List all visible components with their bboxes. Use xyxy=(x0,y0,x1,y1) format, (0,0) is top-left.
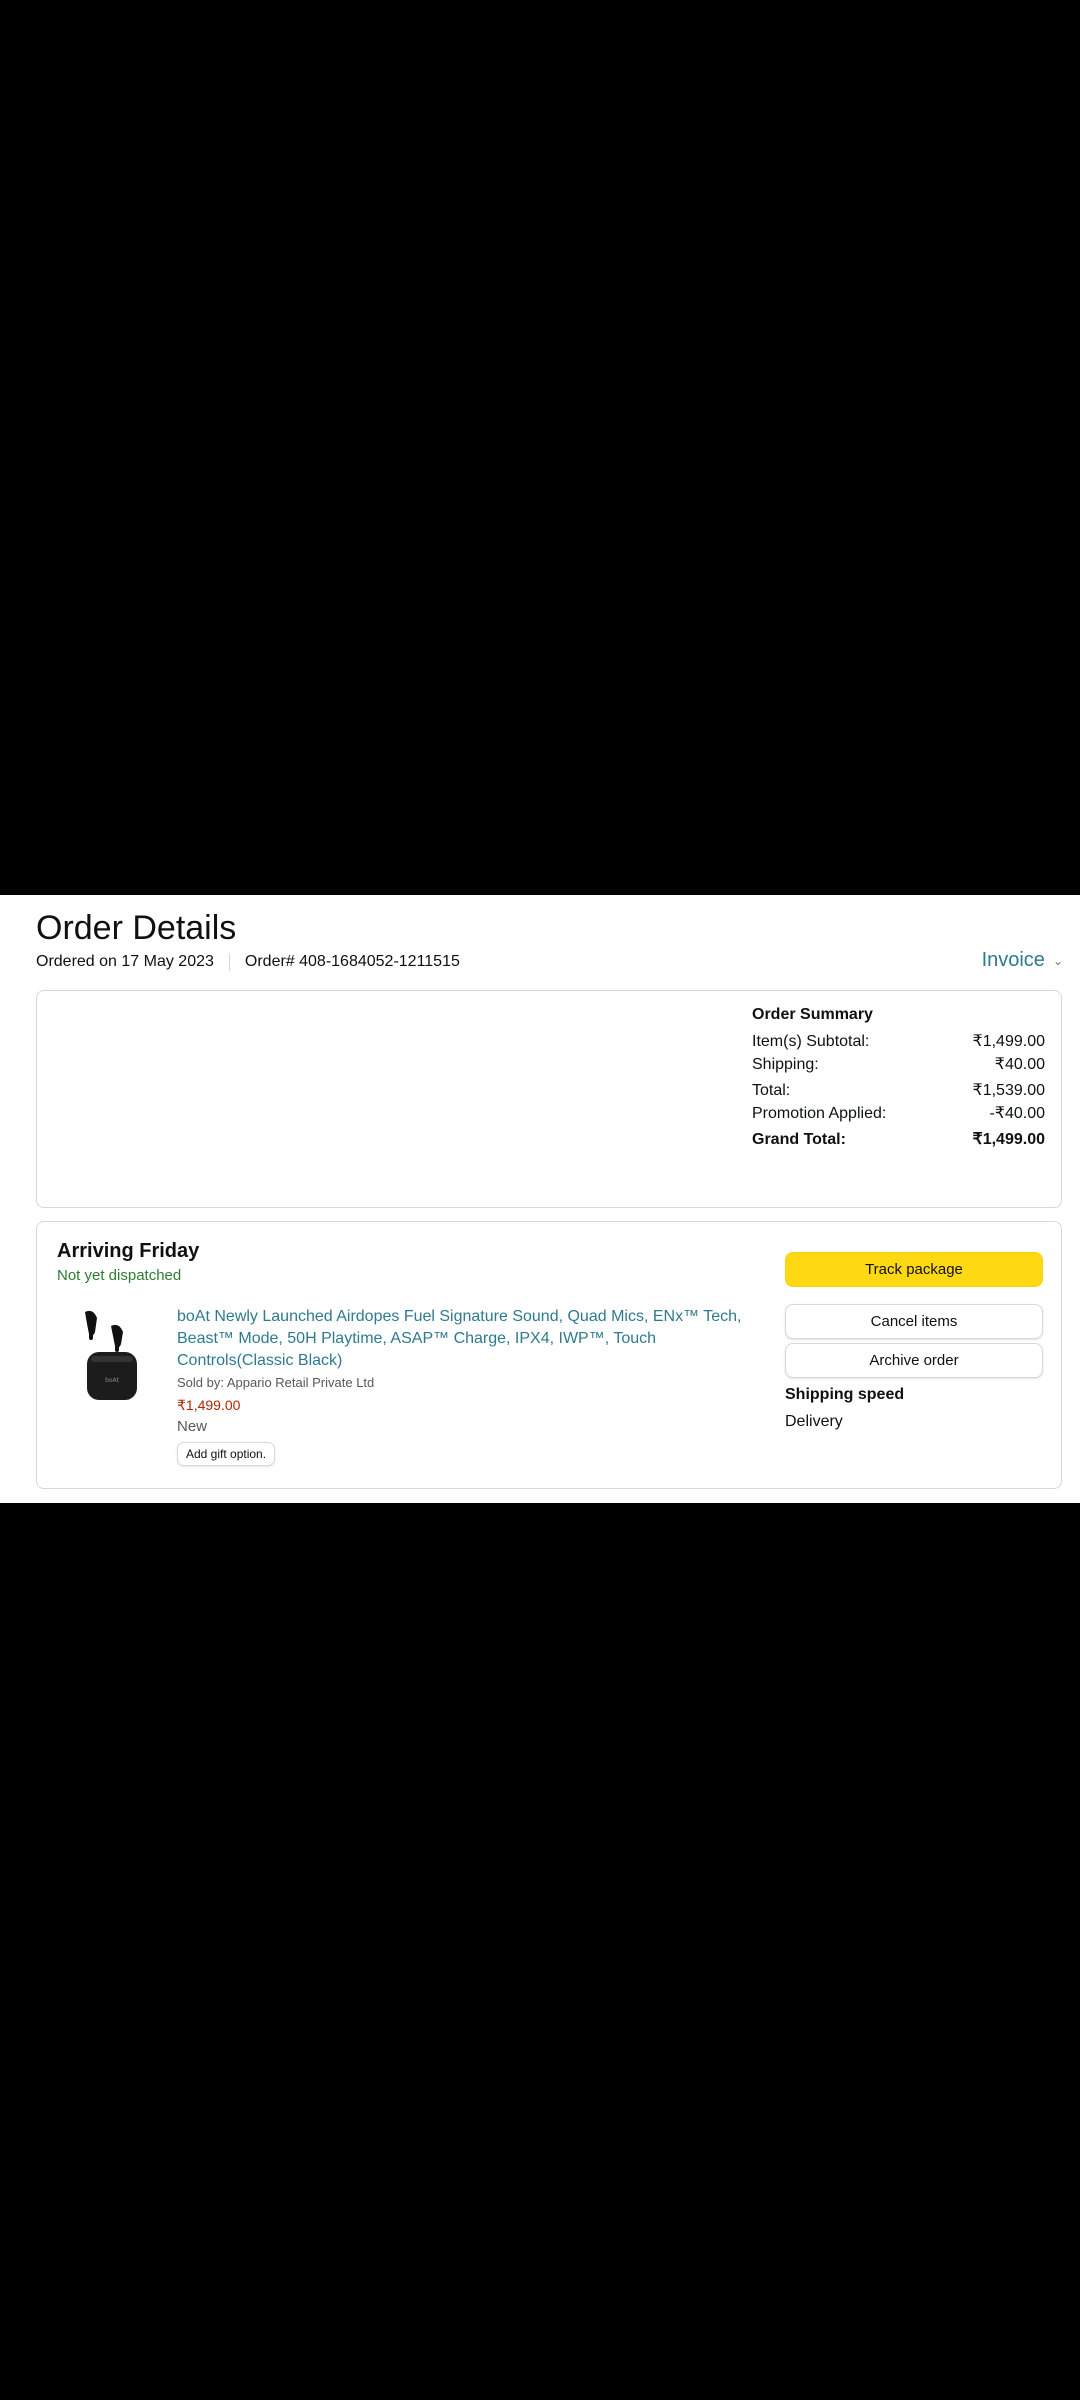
track-package-button[interactable]: Track package xyxy=(785,1252,1043,1287)
product-condition: New xyxy=(177,1418,208,1435)
archive-order-button[interactable]: Archive order xyxy=(785,1343,1043,1378)
add-gift-option-button[interactable]: Add gift option. xyxy=(177,1442,276,1466)
summary-value: ₹40.00 xyxy=(994,1056,1045,1073)
shipping-speed-label: Shipping speed xyxy=(785,1386,905,1403)
summary-label: Promotion Applied: xyxy=(752,1105,887,1122)
summary-row-total: Total: ₹1,539.00 xyxy=(752,1079,1045,1102)
summary-row-shipping: Shipping: ₹40.00 xyxy=(752,1053,1045,1076)
summary-value: -₹40.00 xyxy=(989,1105,1045,1122)
seller-info: Sold by: Appario Retail Private Ltd xyxy=(177,1375,375,1390)
order-meta: Ordered on 17 May 2023 Order# 408-168405… xyxy=(36,953,460,971)
order-number: Order# 408-1684052-1211515 xyxy=(244,953,460,970)
summary-row-subtotal: Item(s) Subtotal: ₹1,499.00 xyxy=(752,1030,1045,1053)
product-title-link[interactable]: boAt Newly Launched Airdopes Fuel Signat… xyxy=(177,1306,762,1372)
screen: Order Details Ordered on 17 May 2023 Ord… xyxy=(0,0,1080,2400)
order-summary: Order Summary Item(s) Subtotal: ₹1,499.0… xyxy=(752,1006,1045,1151)
earbuds-product-image[interactable]: boAt xyxy=(77,1306,149,1402)
summary-label: Item(s) Subtotal: xyxy=(752,1033,870,1050)
ordered-on-date: Ordered on 17 May 2023 xyxy=(36,953,214,970)
summary-row-promotion: Promotion Applied: -₹40.00 xyxy=(752,1102,1045,1125)
summary-value: ₹1,499.00 xyxy=(972,1033,1045,1050)
summary-row-grand-total: Grand Total: ₹1,499.00 xyxy=(752,1128,1045,1151)
shipping-speed-value: Delivery xyxy=(785,1413,843,1430)
chevron-down-icon: ⌄ xyxy=(1052,953,1063,968)
product-price: ₹1,499.00 xyxy=(177,1397,241,1413)
svg-text:boAt: boAt xyxy=(105,1377,119,1384)
summary-value: ₹1,539.00 xyxy=(972,1082,1045,1099)
order-summary-heading: Order Summary xyxy=(752,1006,873,1023)
page-title: Order Details xyxy=(36,909,237,947)
summary-value: ₹1,499.00 xyxy=(972,1131,1045,1148)
summary-label: Grand Total: xyxy=(752,1131,846,1148)
order-details-page: Order Details Ordered on 17 May 2023 Ord… xyxy=(0,895,1080,1503)
summary-label: Total: xyxy=(752,1082,791,1099)
arrival-heading: Arriving Friday xyxy=(57,1240,200,1262)
dispatch-status: Not yet dispatched xyxy=(57,1267,182,1284)
cancel-items-button[interactable]: Cancel items xyxy=(785,1304,1043,1339)
invoice-dropdown[interactable]: Invoice ⌄ xyxy=(982,949,1063,972)
meta-divider xyxy=(228,953,230,971)
summary-label: Shipping: xyxy=(752,1056,819,1073)
shipment-card: Arriving Friday Not yet dispatched boAt … xyxy=(36,1221,1062,1489)
order-summary-card: Order Summary Item(s) Subtotal: ₹1,499.0… xyxy=(36,990,1062,1208)
invoice-label: Invoice xyxy=(981,949,1045,971)
